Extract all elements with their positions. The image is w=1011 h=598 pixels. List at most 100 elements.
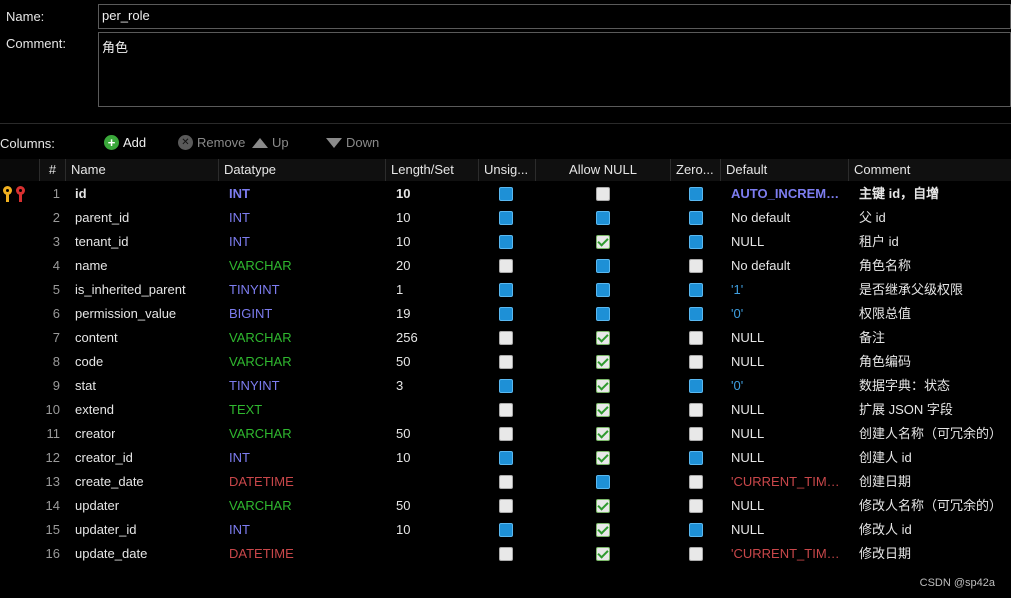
table-row[interactable]: 15 updater_id INT 10 NULL 修改人 id: [0, 518, 1011, 542]
column-name-cell[interactable]: permission_value: [75, 302, 176, 326]
comment-cell[interactable]: 父 id: [859, 206, 886, 230]
column-name-cell[interactable]: create_date: [75, 470, 144, 494]
table-row[interactable]: 8 code VARCHAR 50 NULL 角色编码: [0, 350, 1011, 374]
zerofill-checkbox[interactable]: [689, 499, 703, 513]
zerofill-checkbox[interactable]: [689, 427, 703, 441]
move-up-button[interactable]: Up: [252, 135, 289, 150]
comment-cell[interactable]: 角色编码: [859, 350, 911, 374]
header-allow-null[interactable]: Allow NULL: [536, 159, 671, 181]
comment-cell[interactable]: 备注: [859, 326, 885, 350]
header-name[interactable]: Name: [66, 159, 219, 181]
unsigned-checkbox[interactable]: [499, 235, 513, 249]
zerofill-checkbox[interactable]: [689, 379, 703, 393]
default-cell[interactable]: No default: [731, 206, 843, 230]
length-cell[interactable]: 19: [396, 302, 410, 326]
allow-null-checkbox[interactable]: [596, 307, 610, 321]
column-name-cell[interactable]: extend: [75, 398, 114, 422]
column-name-cell[interactable]: parent_id: [75, 206, 129, 230]
datatype-cell[interactable]: INT: [229, 446, 250, 470]
column-name-cell[interactable]: id: [75, 182, 87, 206]
length-cell[interactable]: 50: [396, 494, 410, 518]
allow-null-checkbox[interactable]: [596, 187, 610, 201]
length-cell[interactable]: 20: [396, 254, 410, 278]
comment-cell[interactable]: 主键 id，自增: [859, 182, 939, 206]
allow-null-checkbox[interactable]: [596, 211, 610, 225]
allow-null-checkbox[interactable]: [596, 403, 610, 417]
default-cell[interactable]: NULL: [731, 446, 843, 470]
column-name-cell[interactable]: update_date: [75, 542, 147, 566]
default-cell[interactable]: NULL: [731, 422, 843, 446]
datatype-cell[interactable]: INT: [229, 182, 250, 206]
allow-null-checkbox[interactable]: [596, 499, 610, 513]
unsigned-checkbox[interactable]: [499, 475, 513, 489]
move-down-button[interactable]: Down: [326, 135, 379, 150]
comment-cell[interactable]: 权限总值: [859, 302, 911, 326]
datatype-cell[interactable]: VARCHAR: [229, 494, 292, 518]
zerofill-checkbox[interactable]: [689, 475, 703, 489]
comment-cell[interactable]: 修改人名称（可冗余的）: [859, 494, 1002, 518]
length-cell[interactable]: 10: [396, 230, 410, 254]
zerofill-checkbox[interactable]: [689, 451, 703, 465]
default-cell[interactable]: NULL: [731, 398, 843, 422]
datatype-cell[interactable]: VARCHAR: [229, 326, 292, 350]
unsigned-checkbox[interactable]: [499, 307, 513, 321]
header-unsigned[interactable]: Unsig...: [479, 159, 536, 181]
length-cell[interactable]: 10: [396, 182, 410, 206]
add-column-button[interactable]: + Add: [104, 135, 146, 150]
length-cell[interactable]: 10: [396, 206, 410, 230]
length-cell[interactable]: 1: [396, 278, 403, 302]
header-number[interactable]: #: [40, 159, 66, 181]
column-name-cell[interactable]: name: [75, 254, 108, 278]
default-cell[interactable]: '0': [731, 302, 843, 326]
unsigned-checkbox[interactable]: [499, 427, 513, 441]
table-row[interactable]: 1 id INT 10 AUTO_INCREME... 主键 id，自增: [0, 182, 1011, 206]
unsigned-checkbox[interactable]: [499, 523, 513, 537]
unsigned-checkbox[interactable]: [499, 283, 513, 297]
table-row[interactable]: 13 create_date DATETIME 'CURRENT_TIMES... 创建…: [0, 470, 1011, 494]
allow-null-checkbox[interactable]: [596, 475, 610, 489]
column-name-cell[interactable]: updater: [75, 494, 119, 518]
unsigned-checkbox[interactable]: [499, 331, 513, 345]
datatype-cell[interactable]: DATETIME: [229, 542, 294, 566]
unsigned-checkbox[interactable]: [499, 259, 513, 273]
length-cell[interactable]: 3: [396, 374, 403, 398]
comment-cell[interactable]: 角色名称: [859, 254, 911, 278]
datatype-cell[interactable]: INT: [229, 206, 250, 230]
unsigned-checkbox[interactable]: [499, 403, 513, 417]
column-name-cell[interactable]: stat: [75, 374, 96, 398]
datatype-cell[interactable]: VARCHAR: [229, 254, 292, 278]
column-name-cell[interactable]: creator_id: [75, 446, 133, 470]
unsigned-checkbox[interactable]: [499, 379, 513, 393]
datatype-cell[interactable]: TINYINT: [229, 278, 280, 302]
comment-cell[interactable]: 创建人 id: [859, 446, 912, 470]
datatype-cell[interactable]: BIGINT: [229, 302, 272, 326]
default-cell[interactable]: '1': [731, 278, 843, 302]
zerofill-checkbox[interactable]: [689, 259, 703, 273]
zerofill-checkbox[interactable]: [689, 403, 703, 417]
default-cell[interactable]: '0': [731, 374, 843, 398]
zerofill-checkbox[interactable]: [689, 355, 703, 369]
unsigned-checkbox[interactable]: [499, 355, 513, 369]
allow-null-checkbox[interactable]: [596, 235, 610, 249]
table-row[interactable]: 2 parent_id INT 10 No default 父 id: [0, 206, 1011, 230]
table-row[interactable]: 12 creator_id INT 10 NULL 创建人 id: [0, 446, 1011, 470]
allow-null-checkbox[interactable]: [596, 547, 610, 561]
allow-null-checkbox[interactable]: [596, 451, 610, 465]
header-zerofill[interactable]: Zero...: [671, 159, 721, 181]
table-row[interactable]: 14 updater VARCHAR 50 NULL 修改人名称（可冗余的）: [0, 494, 1011, 518]
header-comment[interactable]: Comment: [849, 159, 1011, 181]
comment-cell[interactable]: 创建人名称（可冗余的）: [859, 422, 1002, 446]
allow-null-checkbox[interactable]: [596, 523, 610, 537]
table-row[interactable]: 3 tenant_id INT 10 NULL 租户 id: [0, 230, 1011, 254]
length-cell[interactable]: 10: [396, 518, 410, 542]
length-cell[interactable]: 256: [396, 326, 418, 350]
table-row[interactable]: 4 name VARCHAR 20 No default 角色名称: [0, 254, 1011, 278]
zerofill-checkbox[interactable]: [689, 187, 703, 201]
comment-cell[interactable]: 修改日期: [859, 542, 911, 566]
default-cell[interactable]: NULL: [731, 230, 843, 254]
zerofill-checkbox[interactable]: [689, 331, 703, 345]
default-cell[interactable]: NULL: [731, 494, 843, 518]
datatype-cell[interactable]: DATETIME: [229, 470, 294, 494]
table-row[interactable]: 11 creator VARCHAR 50 NULL 创建人名称（可冗余的）: [0, 422, 1011, 446]
datatype-cell[interactable]: TEXT: [229, 398, 262, 422]
